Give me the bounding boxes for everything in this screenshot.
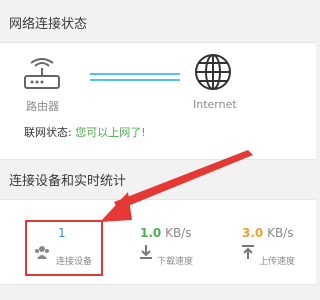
- router-label: 路由器: [26, 100, 59, 113]
- globe-icon: [195, 54, 231, 90]
- network-status-header: 网络连接状态: [0, 6, 316, 44]
- download-label: 下载速度: [157, 257, 194, 267]
- internet-label: Internet: [193, 98, 237, 111]
- status-value: 您可以上网了!: [75, 126, 146, 139]
- download-icon: [140, 245, 152, 259]
- upload-icon: [242, 245, 254, 259]
- upload-label: 上传速度: [259, 257, 296, 267]
- connection-status: 联网状态: 您可以上网了!: [24, 124, 146, 140]
- status-key: 联网状态:: [24, 126, 76, 139]
- router-icon: [24, 58, 60, 89]
- annotation-arrow: [100, 150, 253, 222]
- connection-line: [90, 73, 180, 81]
- upload-speed-unit: KB/s: [263, 226, 294, 240]
